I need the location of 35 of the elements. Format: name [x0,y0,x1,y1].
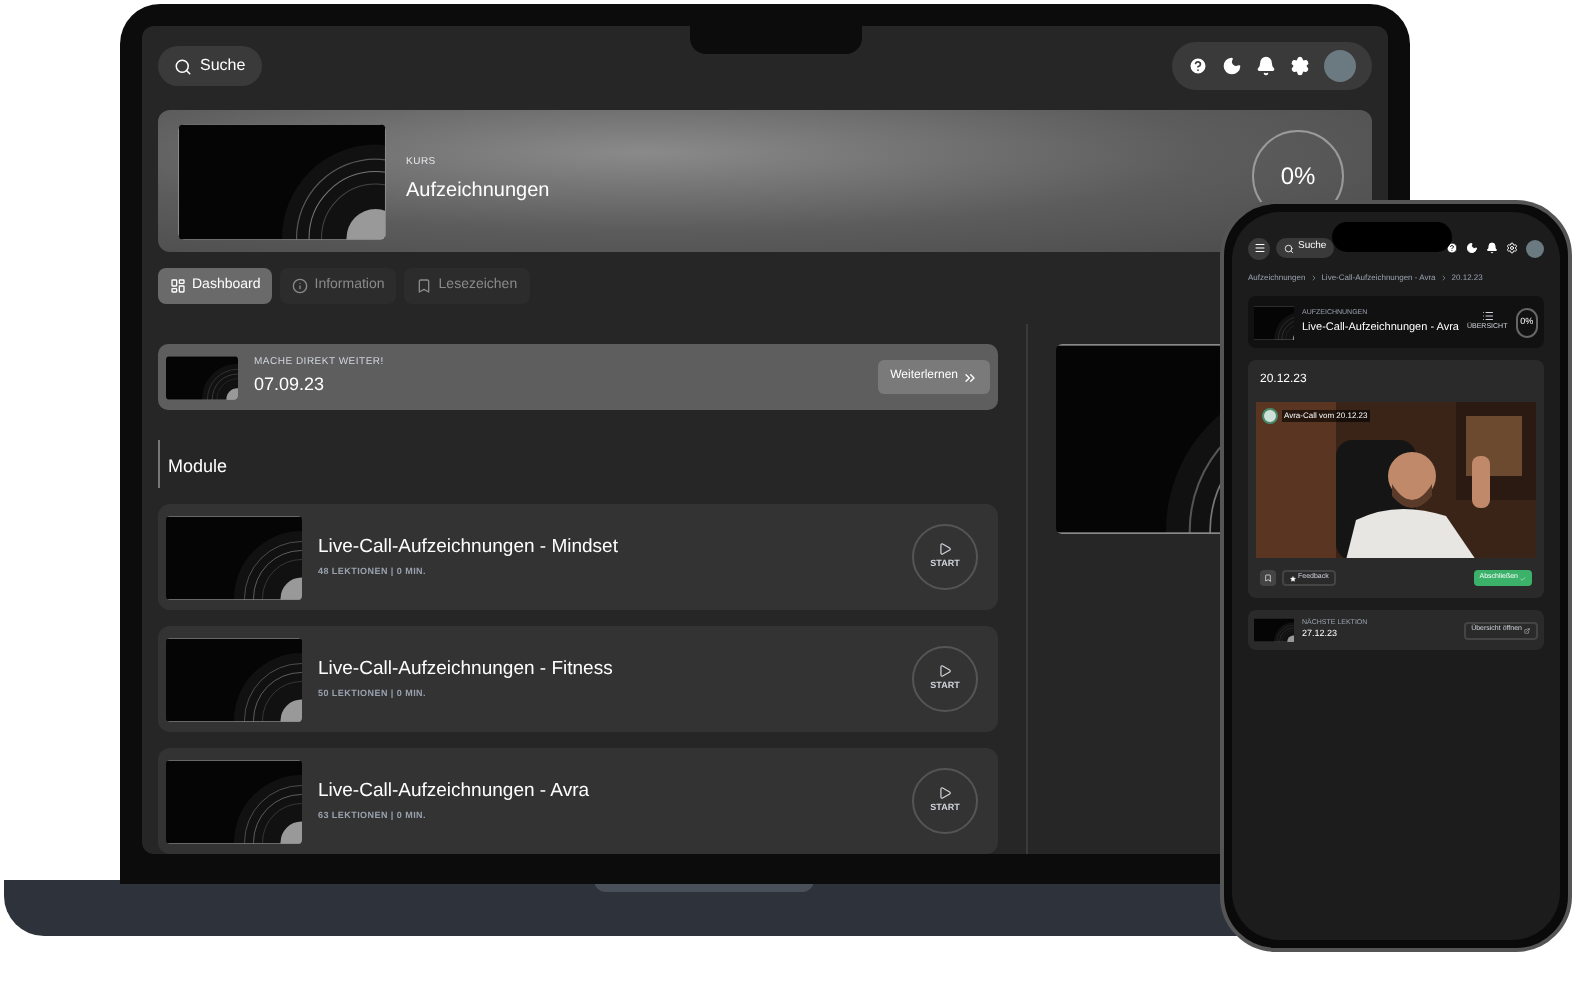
avatar[interactable] [1526,239,1544,257]
bell-icon[interactable] [1486,242,1498,254]
dynamic-island [1332,222,1452,252]
continue-date: 07.09.23 [254,371,327,397]
check-icon [1520,575,1526,581]
external-link-icon [1524,627,1530,633]
settings-icon[interactable] [1506,242,1518,254]
bell-icon[interactable] [1256,56,1276,76]
menu-button[interactable] [1248,237,1270,259]
moon-icon[interactable] [1222,56,1242,76]
play-icon [938,786,952,801]
bookmark-icon [1264,574,1272,582]
help-icon[interactable] [1446,242,1458,254]
settings-icon[interactable] [1290,56,1310,76]
star-icon [1290,575,1296,581]
play-icon [938,542,952,557]
chevrons-icon [962,369,978,385]
section-heading: Module [168,456,228,476]
play-icon [938,664,952,679]
search-icon [1284,243,1294,253]
help-icon[interactable] [1188,56,1208,76]
dashboard-icon [170,278,186,294]
list-icon [1481,310,1494,323]
moon-icon[interactable] [1466,242,1478,254]
search-button[interactable]: Suche [158,46,262,86]
module-title: Live-Call-Aufzeichnungen - Avra [318,778,592,806]
menu-icon [1253,242,1265,254]
course-title: Aufzeichnungen [406,177,552,206]
bookmark-button[interactable] [1260,570,1276,586]
module-title: Live-Call-Aufzeichnungen - Fitness [318,656,615,684]
bookmark-icon [416,278,433,294]
avatar[interactable] [1324,50,1356,82]
info-icon [292,278,309,294]
search-icon [174,57,192,75]
module-title: Live-Call-Aufzeichnungen - Mindset [318,534,620,562]
